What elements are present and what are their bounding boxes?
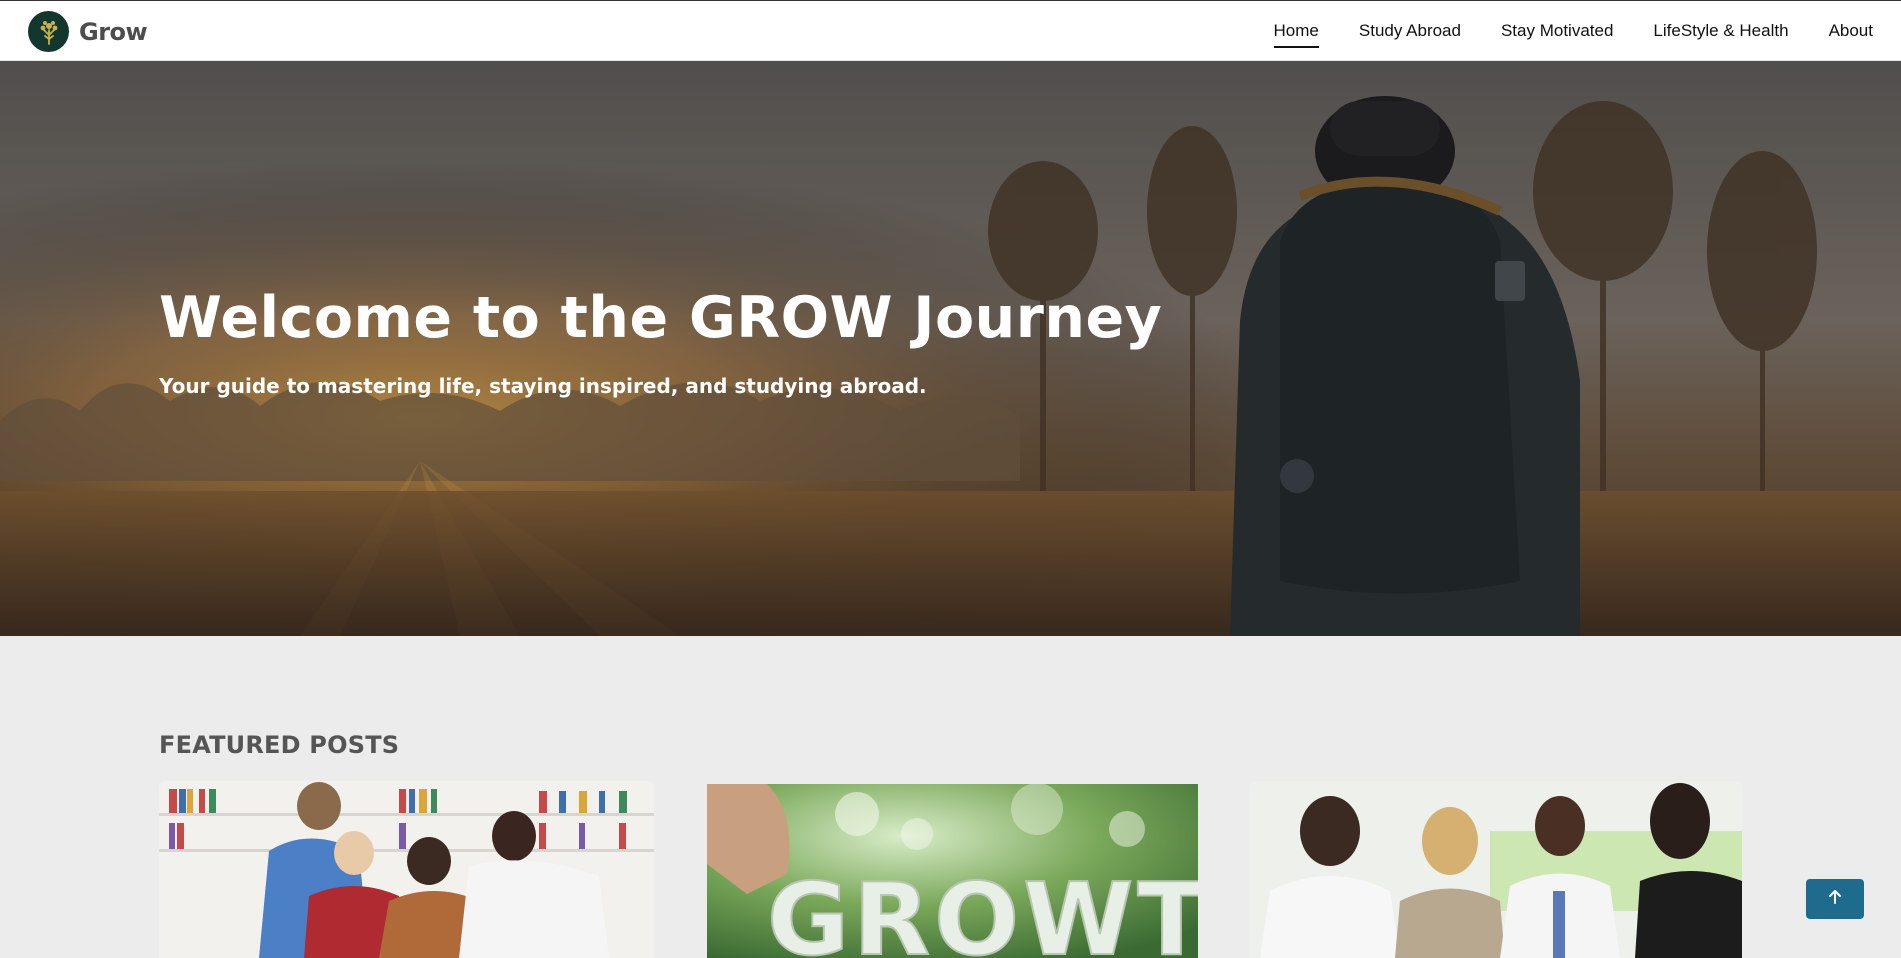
featured-post-card[interactable] (159, 781, 654, 958)
featured-post-card[interactable]: GROWTH (707, 784, 1198, 958)
hero-title: Welcome to the GROW Journey (159, 285, 1163, 351)
nav-item-stay-motivated[interactable]: Stay Motivated (1501, 1, 1613, 61)
featured-post-card[interactable] (1250, 781, 1742, 958)
hero-banner: Welcome to the GROW Journey Your guide t… (0, 61, 1901, 636)
hero-subtitle: Your guide to mastering life, staying in… (159, 374, 927, 398)
featured-posts-heading: FEATURED POSTS (159, 731, 400, 759)
post-image-growth: GROWTH (707, 784, 1198, 958)
post-image-discussion (1250, 781, 1742, 958)
nav-item-home[interactable]: Home (1273, 1, 1320, 61)
nav-item-about[interactable]: About (1829, 1, 1873, 61)
main-nav: Home Study Abroad Stay Motivated LifeSty… (1234, 1, 1873, 61)
brand-name: Grow (79, 17, 148, 46)
nav-item-lifestyle-health[interactable]: LifeStyle & Health (1653, 1, 1788, 61)
svg-text:GROWTH: GROWTH (767, 861, 1198, 958)
nav-item-study-abroad[interactable]: Study Abroad (1359, 1, 1461, 61)
tree-icon (28, 11, 69, 52)
arrow-up-icon (1826, 888, 1844, 910)
navbar: Grow Home Study Abroad Stay Motivated Li… (0, 0, 1901, 61)
brand[interactable]: Grow (28, 11, 148, 52)
scroll-to-top-button[interactable] (1806, 879, 1864, 919)
post-image-students (159, 781, 654, 958)
